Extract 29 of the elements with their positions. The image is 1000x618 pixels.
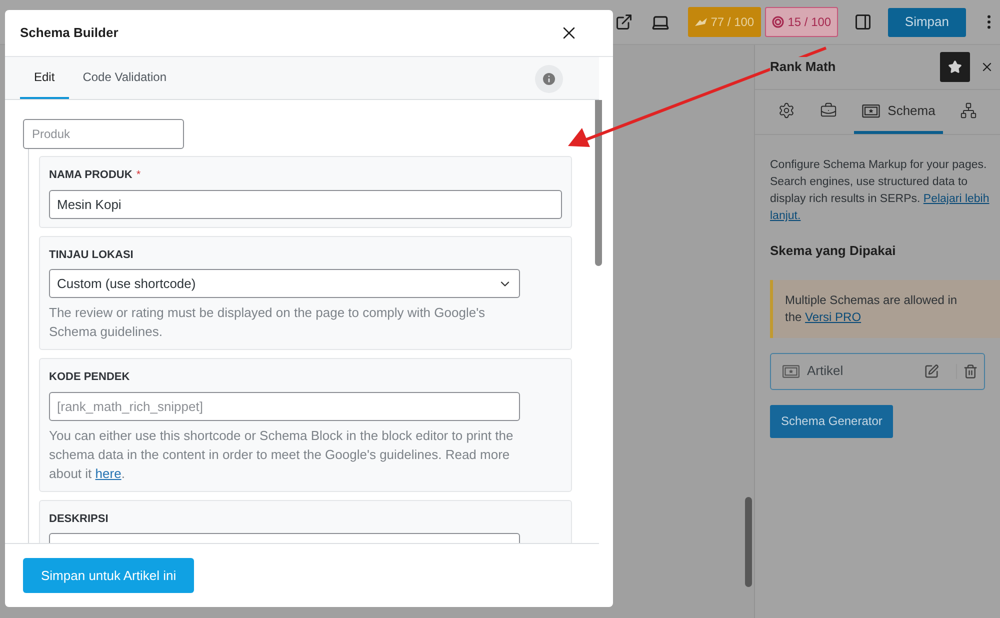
modal-tab[interactable]: Edit xyxy=(20,56,69,99)
modal-title: Schema Builder xyxy=(20,24,118,42)
field-label: TINJAU LOKASI xyxy=(49,248,134,262)
schema-description: Configure Schema Markup for your pages. Search engines, use structured data to display rich results in SERPs. Pelajari lebih lanjut. xyxy=(770,158,990,224)
modal-tab[interactable]: Code Validation xyxy=(68,56,181,99)
section-title: Skema yang Dipakai xyxy=(770,242,897,260)
help-link[interactable]: here xyxy=(95,466,122,480)
pro-version-link[interactable]: Versi PRO xyxy=(805,310,862,324)
schema-item[interactable]: Artikel xyxy=(770,352,985,390)
learn-more-link[interactable]: Pelajari lebih xyxy=(923,193,990,205)
schema-generator-button[interactable]: Schema Generator xyxy=(770,404,894,438)
help-text: The review or rating must be displayed on the page to comply with Google's Schema guidelines. xyxy=(49,304,486,341)
save-button[interactable]: Simpan xyxy=(888,8,966,36)
notice-text: Multiple Schemas are allowed in the Versi PRO xyxy=(785,292,958,326)
readability-score-badge[interactable]: 15 / 100 xyxy=(764,7,838,37)
seo-score-badge[interactable]: 77 / 100 xyxy=(688,7,761,37)
help-text: You can either use this shortcode or Schema Block in the block editor to print the schema data in the content in order to meet the Google's guidelines. Read more about it here. xyxy=(49,426,514,482)
input-field[interactable]: [rank_math_rich_snippet] xyxy=(49,392,520,420)
field-label: DESKRIPSI xyxy=(49,512,108,526)
select-field[interactable]: Custom (use shortcode) xyxy=(49,269,520,298)
save-schema-button[interactable]: Simpan untuk Artikel ini xyxy=(23,558,194,593)
learn-more-link[interactable]: lanjut. xyxy=(770,210,801,222)
field-label: NAMA PRODUK xyxy=(49,168,132,183)
input-field[interactable]: Mesin Kopi xyxy=(49,190,562,218)
schema-type-field[interactable]: Produk xyxy=(23,119,184,149)
field-label: KODE PENDEK xyxy=(49,370,130,385)
schema-name: Artikel xyxy=(807,362,844,380)
sidebar-tab[interactable]: Schema xyxy=(854,90,944,134)
required-mark: * xyxy=(136,168,141,183)
